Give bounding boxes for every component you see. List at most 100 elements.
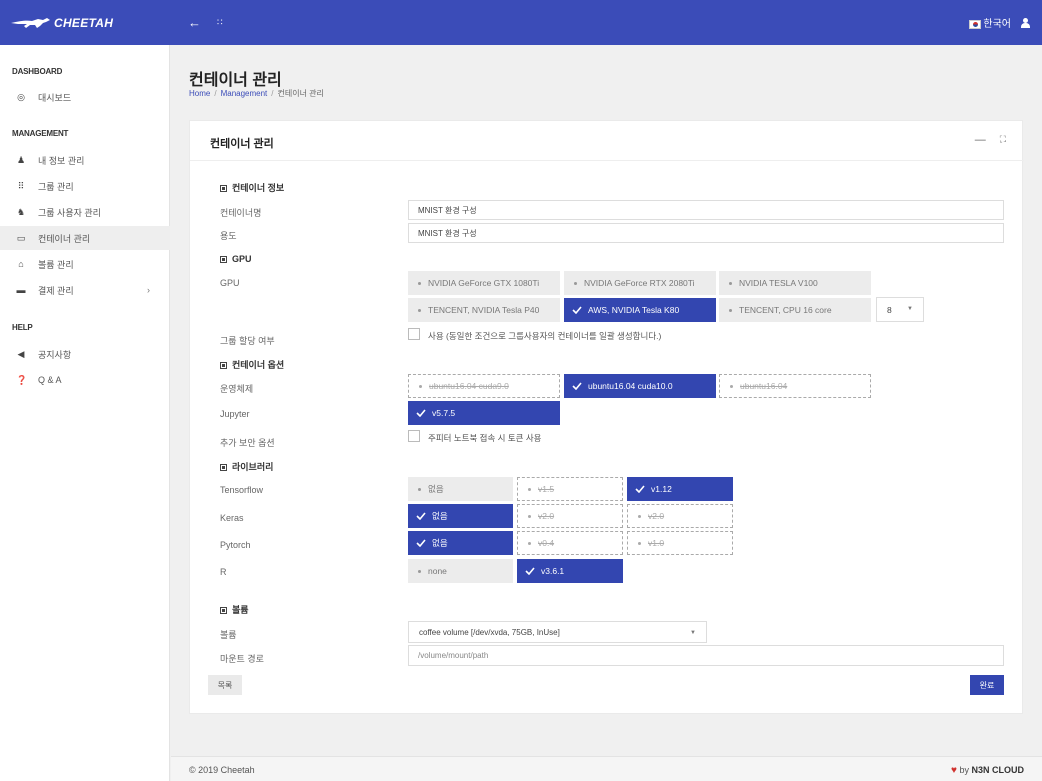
section-icon (220, 256, 227, 263)
disk-icon: ⌂ (18, 259, 24, 269)
megaphone-icon: ◀ (17, 348, 25, 359)
tensorflow-option-v15: v1.5 (517, 477, 623, 501)
gpu-option-tencent-p40[interactable]: TENCENT, NVIDIA Tesla P40 (408, 298, 560, 322)
pytorch-option-v10: v1.0 (627, 531, 733, 555)
tensorflow-option-v112[interactable]: v1.12 (627, 477, 733, 501)
r-option-v361[interactable]: v3.6.1 (517, 559, 623, 583)
card-title: 컨테이너 관리 (210, 138, 274, 150)
heart-icon: ♥ (951, 765, 957, 776)
caret-down-icon: ▼ (907, 306, 913, 312)
label-tensorflow: Tensorflow (220, 485, 264, 495)
back-arrow-icon[interactable]: ← (188, 15, 201, 30)
caret-down-icon: ▼ (690, 630, 696, 636)
group-alloc-checkbox[interactable] (408, 328, 420, 340)
sidebar: DASHBOARD ◎ 대시보드 MANAGEMENT ♟ 내 정보 관리 ⠿ 그룹 … (0, 45, 170, 781)
keras-option-v20-b: v2.0 (627, 504, 733, 528)
korea-flag-icon (969, 19, 982, 29)
gpu-count-select[interactable]: 8 ▼ (876, 297, 924, 322)
done-button[interactable]: 완료 (970, 675, 1004, 695)
sidebar-item-containers[interactable]: ▭ 컨테이너 관리 (0, 226, 170, 250)
fullscreen-icon[interactable]: ⛶ (1000, 134, 1006, 146)
gpu-option-aws-k80[interactable]: AWS, NVIDIA Tesla K80 (564, 298, 716, 322)
section-container-options: 컨테이너 옵션 (220, 358, 284, 371)
token-text: 주피터 노트북 접속 시 토큰 사용 (428, 433, 542, 443)
token-checkbox[interactable] (408, 430, 420, 442)
breadcrumb: Home / Management / 컨테이너 관리 (189, 89, 324, 98)
section-library: 라이브러리 (220, 460, 273, 473)
user-icon: ♟ (16, 154, 26, 165)
check-icon (416, 539, 426, 547)
sidebar-item-volumes[interactable]: ⌂ 볼륨 관리 (0, 252, 170, 276)
breadcrumb-current: 컨테이너 관리 (277, 89, 324, 98)
pytorch-option-v04: v0.4 (517, 531, 623, 555)
sidebar-section-help: HELP (12, 323, 33, 332)
container-form-card: 컨테이너 관리 — ⛶ 컨테이너 정보 컨테이너명 MNIST 환경 구성 용도… (189, 120, 1024, 714)
jupyter-option-v575[interactable]: v5.7.5 (408, 401, 560, 425)
section-icon (220, 362, 227, 369)
user-profile-icon[interactable] (1021, 17, 1030, 28)
section-icon (220, 464, 227, 471)
label-keras: Keras (220, 513, 244, 523)
tensorflow-option-none[interactable]: 없음 (408, 477, 513, 501)
minimize-icon[interactable]: — (975, 134, 986, 146)
gpu-option-rtx2080ti[interactable]: NVIDIA GeForce RTX 2080Ti (564, 271, 716, 295)
sidebar-item-qna[interactable]: ❓ Q & A (0, 368, 170, 392)
page-title: 컨테이너 관리 (189, 72, 282, 89)
monitor-icon: ▭ (16, 232, 26, 243)
check-icon (635, 485, 645, 493)
section-icon (220, 185, 227, 192)
breadcrumb-home[interactable]: Home (189, 89, 210, 98)
label-container-name: 컨테이너명 (220, 208, 262, 218)
brand-logo[interactable]: CHEETAH (0, 0, 170, 45)
gpu-option-gtx1080ti[interactable]: NVIDIA GeForce GTX 1080Ti (408, 271, 560, 295)
keras-option-v20-a: v2.0 (517, 504, 623, 528)
company-link[interactable]: N3N CLOUD (971, 765, 1024, 775)
label-mount-path: 마운트 경로 (220, 654, 264, 664)
check-icon (572, 306, 582, 314)
list-button[interactable]: 목록 (208, 675, 242, 695)
purpose-input[interactable]: MNIST 환경 구성 (408, 223, 1004, 243)
r-option-none[interactable]: none (408, 559, 513, 583)
label-volume: 볼륨 (220, 630, 237, 640)
users-icon: ♞ (16, 206, 26, 217)
breadcrumb-management[interactable]: Management (221, 89, 268, 98)
sidebar-item-groups[interactable]: ⠿ 그룹 관리 (0, 174, 170, 198)
sidebar-item-my-info[interactable]: ♟ 내 정보 관리 (0, 148, 170, 172)
card-icon: ▬ (16, 285, 26, 295)
mount-path-input[interactable]: /volume/mount/path (408, 645, 1004, 666)
container-name-input[interactable]: MNIST 환경 구성 (408, 200, 1004, 220)
sidebar-item-payments[interactable]: ▬ 결제 관리 › (0, 278, 170, 302)
check-icon (416, 512, 426, 520)
label-os: 운영체제 (220, 384, 254, 394)
volume-select[interactable]: coffee volume [/dev/xvda, 75GB, InUse] ▼ (408, 621, 707, 643)
section-volume: 볼륨 (220, 603, 249, 616)
sidebar-section-dashboard: DASHBOARD (12, 67, 63, 76)
keras-option-none[interactable]: 없음 (408, 504, 513, 528)
pytorch-option-none[interactable]: 없음 (408, 531, 513, 555)
os-option-cuda10[interactable]: ubuntu16.04 cuda10.0 (564, 374, 716, 398)
question-icon: ❓ (16, 374, 28, 385)
dashboard-icon: ◎ (17, 91, 25, 102)
label-pytorch: Pytorch (220, 540, 251, 550)
section-gpu: GPU (220, 254, 252, 264)
section-container-info: 컨테이너 정보 (220, 181, 284, 194)
language-selector[interactable]: 한국어 (969, 15, 1011, 30)
label-purpose: 용도 (220, 231, 237, 241)
grid-icon: ⠿ (17, 180, 25, 191)
sidebar-item-notices[interactable]: ◀ 공지사항 (0, 342, 170, 366)
sidebar-item-dashboard[interactable]: ◎ 대시보드 (0, 85, 170, 109)
top-navbar: CHEETAH ← ∷ 한국어 (0, 0, 1042, 45)
check-icon (572, 382, 582, 390)
card-header: 컨테이너 관리 — ⛶ (190, 121, 1024, 161)
footer-credit: ♥ by N3N CLOUD (951, 765, 1024, 776)
label-r: R (220, 567, 227, 577)
gpu-option-tencent-cpu[interactable]: TENCENT, CPU 16 core (719, 298, 871, 322)
os-option-cuda9: ubuntu16.04 cuda9.0 (408, 374, 560, 398)
chevron-right-icon: › (147, 285, 150, 295)
sidebar-item-group-users[interactable]: ♞ 그룹 사용자 관리 (0, 200, 170, 224)
grid-menu-icon[interactable]: ∷ (217, 17, 223, 28)
gpu-option-tesla-v100[interactable]: NVIDIA TESLA V100 (719, 271, 871, 295)
os-option-ubuntu1604: ubuntu16.04 (719, 374, 871, 398)
label-security: 추가 보안 옵션 (220, 438, 275, 448)
section-icon (220, 607, 227, 614)
